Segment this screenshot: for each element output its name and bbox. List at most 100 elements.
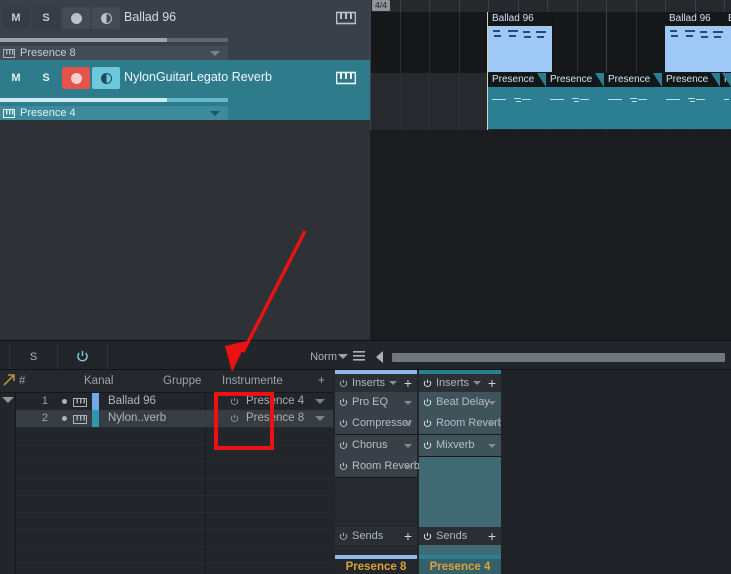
time-signature-marker[interactable]: 4/4: [372, 0, 390, 11]
chevron-down-icon[interactable]: [404, 401, 412, 405]
expand-arrow-icon[interactable]: [2, 373, 16, 387]
strip-1-add-send-button[interactable]: +: [404, 527, 412, 545]
instrument-select[interactable]: Presence 8: [222, 410, 333, 427]
power-icon[interactable]: [423, 532, 432, 541]
insert-slot[interactable]: Mixverb: [419, 434, 501, 457]
power-icon[interactable]: [339, 379, 348, 388]
power-icon[interactable]: [423, 419, 432, 428]
insert-slot[interactable]: Room Reverb: [419, 413, 504, 436]
table-row[interactable]: 2 Nylon..verb Presence 8: [16, 410, 333, 427]
power-icon[interactable]: [230, 414, 239, 423]
chevron-down-icon[interactable]: [404, 464, 412, 469]
add-channel-button[interactable]: +: [318, 370, 325, 392]
horizontal-scrollbar[interactable]: [392, 353, 725, 362]
track-1-instrument-select[interactable]: Presence 8: [0, 46, 228, 60]
track-2-mute-button[interactable]: M: [2, 67, 30, 89]
note-preview: [488, 26, 552, 72]
strip-1-insert-empty[interactable]: [335, 498, 417, 527]
midi-note: [701, 36, 708, 38]
chevron-down-icon[interactable]: [488, 443, 496, 448]
track-1-solo-button[interactable]: S: [32, 7, 60, 29]
column-header-instrument[interactable]: Instrumente: [222, 370, 283, 392]
midi-clip[interactable]: Ballad 96: [724, 12, 731, 72]
strip-2-add-insert-button[interactable]: +: [488, 374, 496, 392]
track-2-name[interactable]: NylonGuitarLegato Reverb: [124, 70, 272, 84]
chevron-down-icon[interactable]: [473, 381, 481, 385]
strip-1-add-insert-button[interactable]: +: [404, 374, 412, 392]
track-1-mute-button[interactable]: M: [2, 7, 30, 29]
chevron-down-icon[interactable]: [404, 422, 412, 427]
channel-name[interactable]: Ballad 96: [108, 393, 156, 410]
chevron-down-icon[interactable]: [315, 416, 325, 421]
strip-2-sends-header[interactable]: Sends +: [419, 527, 501, 546]
audio-clip[interactable]: Presence: [546, 73, 605, 129]
clip-label: Presence: [604, 73, 662, 87]
record-dot-icon[interactable]: [62, 399, 67, 404]
track-1-name[interactable]: Ballad 96: [124, 10, 176, 24]
track-2-instrument-select[interactable]: Presence 4: [0, 106, 228, 120]
left-arrow-icon[interactable]: [370, 344, 388, 369]
chevron-down-icon[interactable]: [389, 381, 397, 385]
track-1-monitor-button[interactable]: [92, 7, 120, 29]
power-icon[interactable]: [423, 398, 432, 407]
insert-slot[interactable]: Chorus: [335, 434, 417, 457]
mixer-strip-1[interactable]: Inserts + Pro EQ Compressor Chorus Room Rev…: [335, 370, 420, 574]
audio-clip[interactable]: Presence: [662, 73, 721, 129]
chevron-down-icon[interactable]: [488, 422, 496, 427]
track-1-record-arm-button[interactable]: [62, 7, 90, 29]
track-1-volume-fill[interactable]: [0, 38, 167, 42]
chevron-down-icon[interactable]: [210, 50, 220, 56]
insert-slot[interactable]: Compressor: [335, 413, 417, 436]
console-power-button[interactable]: [57, 344, 108, 369]
chevron-down-icon[interactable]: [315, 399, 325, 404]
insert-slot[interactable]: Beat Delay: [419, 392, 501, 414]
audio-clip[interactable]: Presence: [488, 73, 547, 129]
insert-slot[interactable]: Pro EQ: [335, 392, 417, 414]
strip-1-sends-header[interactable]: Sends +: [335, 527, 417, 546]
chevron-down-icon[interactable]: [335, 344, 351, 369]
chevron-down-icon[interactable]: [2, 397, 14, 403]
strip-1-channel-name[interactable]: Presence 8: [335, 559, 417, 574]
strip-2-add-send-button[interactable]: +: [488, 527, 496, 545]
track-2-volume-fill[interactable]: [0, 98, 167, 102]
insert-slot[interactable]: Room Reverb: [335, 455, 420, 478]
audio-clip[interactable]: Presence: [720, 73, 731, 129]
console-mode-label[interactable]: Norm: [107, 344, 347, 369]
track-header-2[interactable]: M S NylonGuitarLegato Reverb Presence 4: [0, 60, 370, 120]
strip-2-channel-name[interactable]: Presence 4: [419, 559, 501, 574]
power-icon[interactable]: [339, 462, 348, 471]
console-solo-button[interactable]: S: [9, 344, 58, 369]
empty-lane-area[interactable]: [370, 130, 731, 340]
power-icon[interactable]: [423, 379, 432, 388]
power-icon[interactable]: [339, 441, 348, 450]
channel-name[interactable]: Nylon..verb: [108, 410, 166, 427]
power-icon[interactable]: [423, 441, 432, 450]
column-header-group[interactable]: Gruppe: [163, 370, 201, 392]
strip-2-inserts-header[interactable]: Inserts +: [419, 374, 501, 393]
column-header-number[interactable]: #: [19, 370, 25, 392]
track-2-monitor-button[interactable]: [92, 67, 120, 89]
track-2-record-arm-button[interactable]: [62, 67, 90, 89]
hamburger-menu-icon[interactable]: [350, 344, 368, 369]
chevron-down-icon[interactable]: [488, 401, 496, 405]
record-dot-icon[interactable]: [62, 416, 67, 421]
instrument-select[interactable]: Presence 4: [222, 393, 333, 410]
power-icon[interactable]: [339, 532, 348, 541]
track-header-1[interactable]: M S Ballad 96 Presence 8: [0, 0, 370, 60]
strip-2-insert-empty[interactable]: [419, 477, 501, 527]
power-icon[interactable]: [339, 398, 348, 407]
strip-1-inserts-header[interactable]: Inserts +: [335, 374, 417, 393]
chevron-down-icon[interactable]: [404, 443, 412, 448]
column-header-channel[interactable]: Kanal: [84, 370, 113, 392]
midi-clip[interactable]: Ballad 96: [488, 12, 553, 72]
power-icon[interactable]: [339, 419, 348, 428]
audio-clip[interactable]: Presence: [604, 73, 663, 129]
chevron-down-icon[interactable]: [210, 110, 220, 116]
midi-clip[interactable]: Ballad 96: [665, 12, 730, 72]
timeline-area[interactable]: 4/4 Ballad 96Ballad 96Ballad 96PresenceP…: [370, 0, 731, 340]
power-icon[interactable]: [230, 397, 239, 406]
table-row[interactable]: 1 Ballad 96 Presence 4: [16, 393, 333, 410]
mixer-strip-2[interactable]: Inserts + Beat Delay Room Reverb Mixverb S…: [419, 370, 504, 574]
midi-note: [670, 30, 677, 32]
track-2-solo-button[interactable]: S: [32, 67, 60, 89]
